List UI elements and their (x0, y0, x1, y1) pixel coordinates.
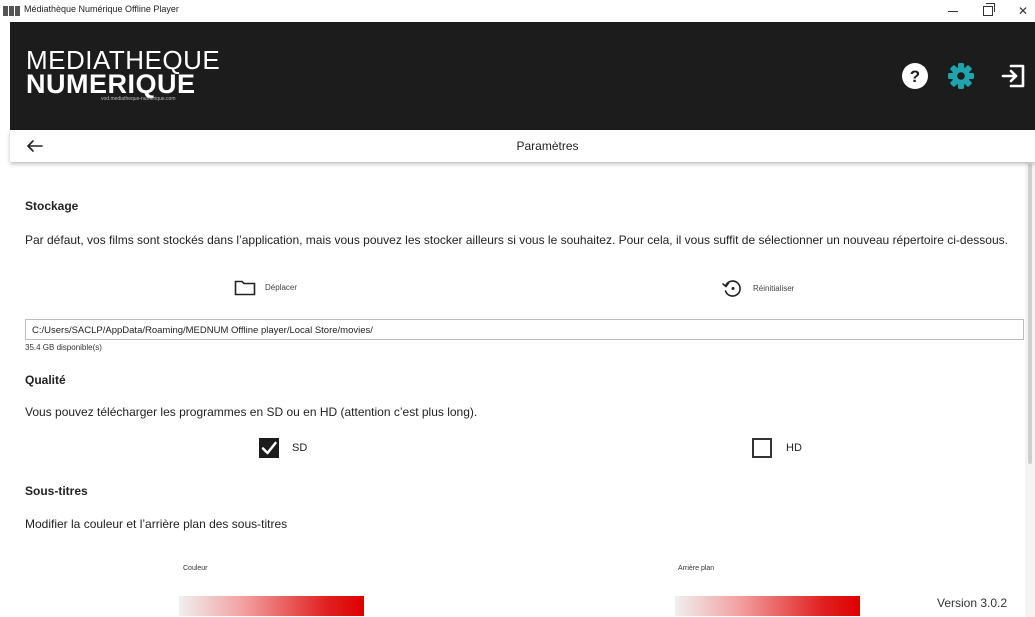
help-icon[interactable]: ? (901, 62, 929, 90)
subtitles-description: Modifier la couleur et l’arrière plan de… (25, 517, 288, 531)
storage-heading: Stockage (25, 199, 79, 213)
logo-url: vod.mediatheque-numerique.com (101, 96, 176, 102)
logo-line2: NUMERIQUE (26, 69, 196, 99)
exit-icon[interactable] (1000, 62, 1028, 90)
restore-icon (983, 3, 995, 16)
quality-heading: Qualité (25, 373, 66, 387)
page-title: Paramètres (516, 139, 579, 153)
folder-icon (234, 280, 256, 296)
app-icon (3, 6, 21, 16)
hd-label: HD (786, 442, 802, 454)
text-color-picker[interactable] (179, 596, 364, 616)
checkmark-icon (261, 441, 277, 455)
move-button[interactable]: Déplacer (234, 279, 297, 296)
maximize-button[interactable] (970, 0, 1006, 22)
gear-icon[interactable] (947, 62, 975, 90)
hd-checkbox[interactable] (752, 438, 772, 458)
minimize-icon (948, 10, 958, 12)
logo[interactable]: MEDIATHEQUE NUMERIQUE vod.mediatheque-nu… (26, 47, 220, 102)
sd-label: SD (292, 442, 308, 454)
reset-button[interactable]: Réinitialiser (721, 278, 794, 298)
app-header: MEDIATHEQUE NUMERIQUE vod.mediatheque-nu… (10, 22, 1035, 130)
background-label: Arrière plan (678, 565, 715, 572)
sd-checkbox[interactable] (259, 438, 279, 458)
restore-history-icon (722, 280, 741, 297)
scrollbar[interactable] (1025, 162, 1035, 617)
close-button[interactable]: ✕ (1005, 0, 1035, 22)
settings-content: Stockage Par défaut, vos films sont stoc… (10, 162, 1025, 617)
background-color-picker[interactable] (675, 596, 860, 616)
free-space-text: 35.4 GB disponible(s) (25, 343, 102, 352)
storage-path-field[interactable]: C:/Users/SACLP/AppData/Roaming/MEDNUM Of… (25, 319, 1024, 340)
reset-label: Réinitialiser (753, 283, 795, 293)
move-label: Déplacer (265, 283, 298, 292)
close-icon: ✕ (1017, 4, 1029, 18)
window-title: Médiathèque Numérique Offline Player (24, 4, 179, 14)
subtitles-heading: Sous-titres (25, 484, 88, 498)
storage-description: Par défaut, vos films sont stockés dans … (25, 233, 1008, 247)
svg-text:?: ? (910, 67, 920, 86)
scrollbar-thumb[interactable] (1028, 164, 1032, 464)
version-text: Version 3.0.2 (937, 596, 1008, 610)
subheader: Paramètres (10, 130, 1035, 162)
quality-description: Vous pouvez télécharger les programmes e… (25, 405, 478, 419)
color-label: Couleur (183, 565, 208, 572)
window-titlebar: Médiathèque Numérique Offline Player ✕ (0, 0, 1035, 22)
minimize-button[interactable] (935, 0, 971, 22)
